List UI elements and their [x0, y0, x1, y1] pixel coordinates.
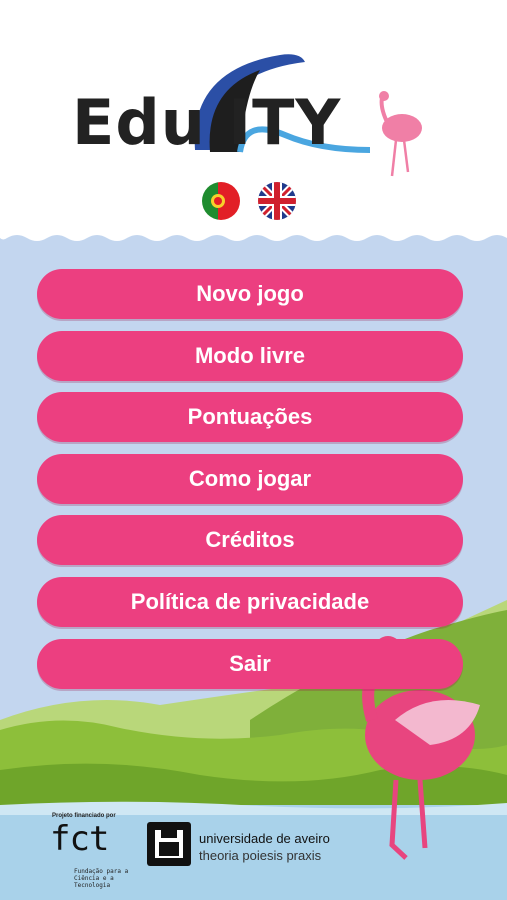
- scores-button[interactable]: Pontuações: [37, 392, 463, 443]
- free-mode-button[interactable]: Modo livre: [37, 330, 463, 381]
- university-name: universidade de aveiro: [199, 831, 330, 846]
- fct-logo: fct: [50, 819, 109, 859]
- new-game-button[interactable]: Novo jogo: [37, 269, 463, 319]
- portugal-flag-icon[interactable]: [202, 182, 240, 220]
- exit-button[interactable]: Sair: [37, 638, 463, 689]
- fct-description: Fundação para a Ciência e a Tecnologia: [74, 868, 129, 889]
- logo-wordmark-city: ITY: [228, 86, 342, 159]
- how-to-play-button[interactable]: Como jogar: [37, 453, 463, 504]
- logo-wordmark-edu: Edu: [72, 86, 206, 159]
- uk-flag-icon[interactable]: [258, 182, 296, 220]
- credits-button[interactable]: Créditos: [37, 515, 463, 566]
- university-motto: theoria poiesis praxis: [199, 848, 322, 863]
- main-menu: Novo jogo Modo livre Pontuações Como jog…: [37, 269, 463, 700]
- university-logo-icon: [147, 822, 191, 866]
- privacy-policy-button[interactable]: Política de privacidade: [37, 576, 463, 627]
